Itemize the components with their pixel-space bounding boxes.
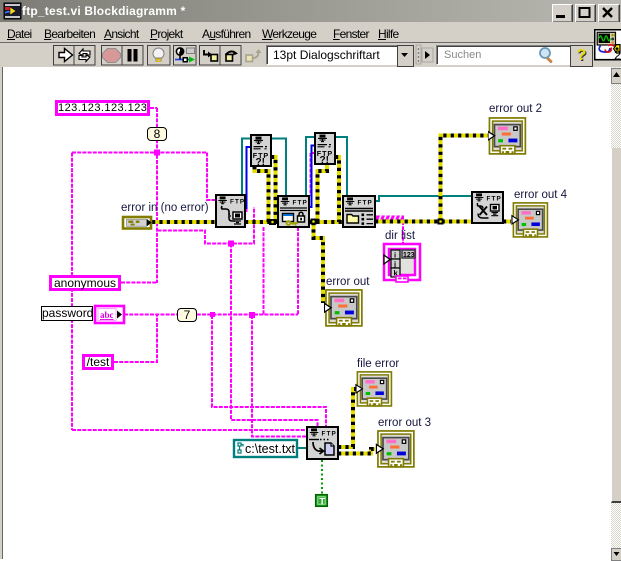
svg-text:T: T [319,496,325,507]
svg-text:i: i [394,251,396,260]
svg-text:?!: ?! [320,155,329,166]
svg-text:?!: ?! [256,157,265,168]
svg-text:123: 123 [403,252,415,259]
svg-text:abc: abc [100,310,114,320]
svg-text:j: j [393,260,396,269]
